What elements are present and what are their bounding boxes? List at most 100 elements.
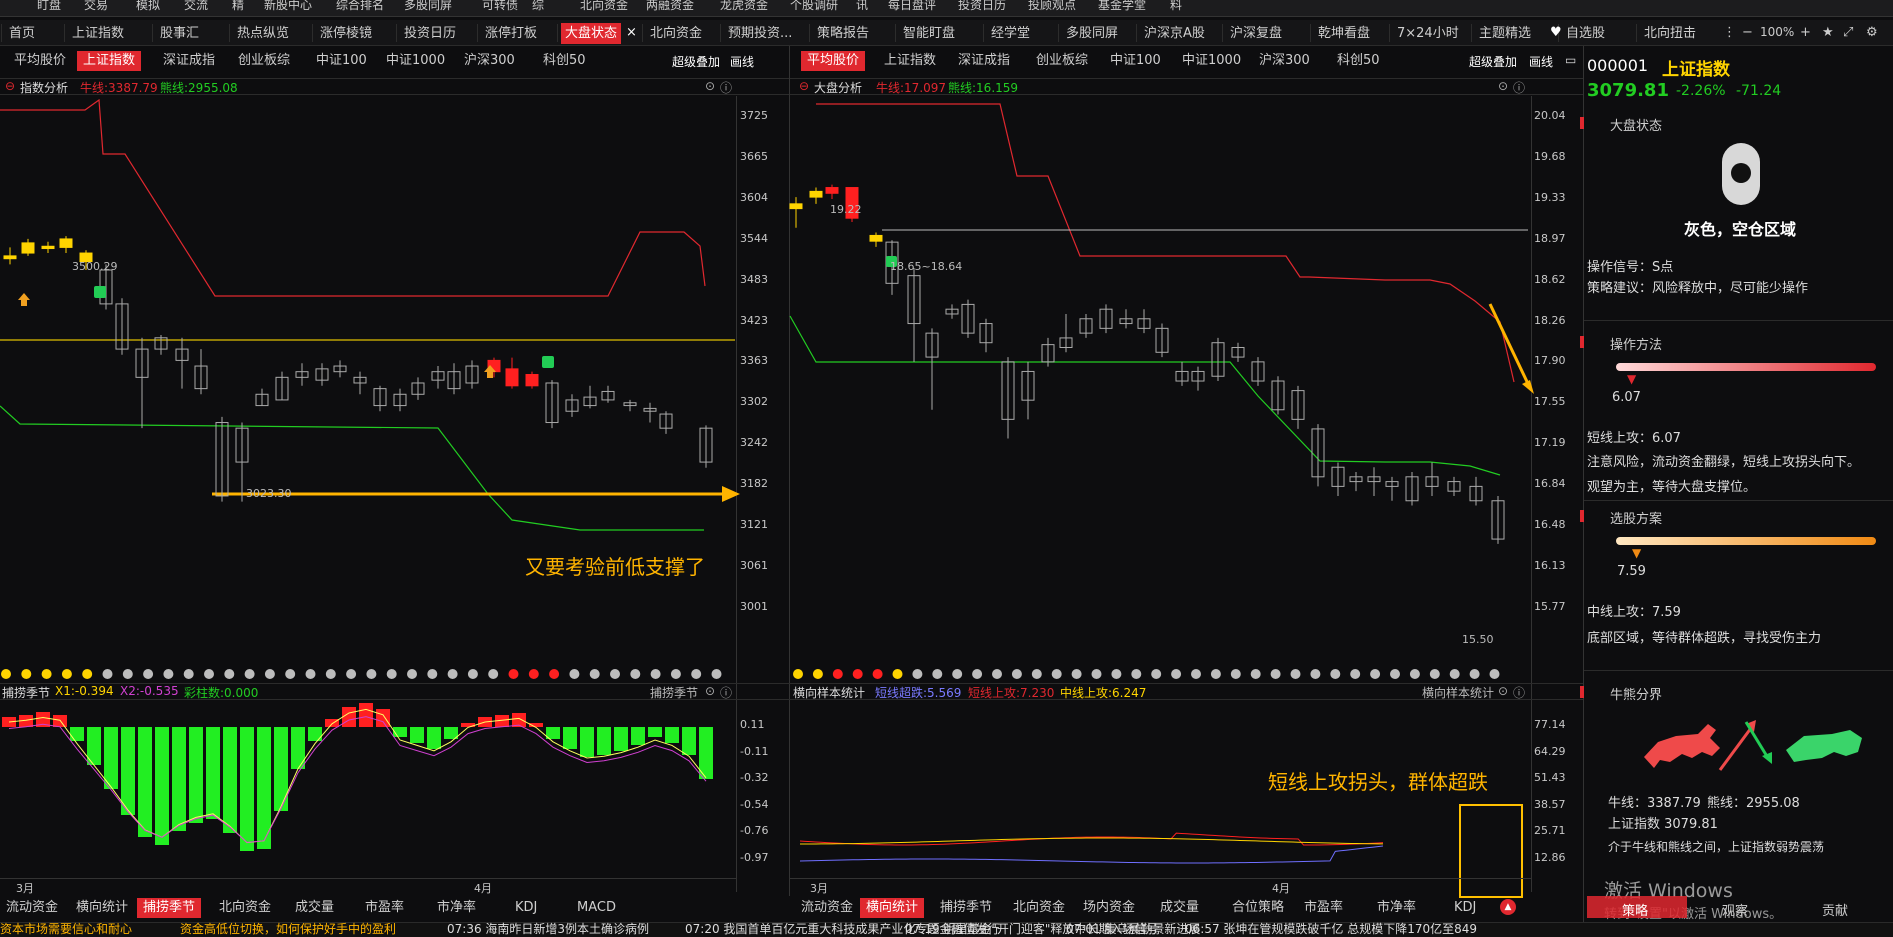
left-bottom-tab-5[interactable]: 市盈率	[359, 898, 410, 918]
tab-3[interactable]: 热点纵览	[233, 23, 293, 44]
mid-subtab-5[interactable]: 中证1000	[1176, 51, 1247, 71]
mid-bottom-tab-5[interactable]: 成交量	[1154, 898, 1205, 918]
top-nav-item[interactable]: 新股中心	[264, 0, 312, 11]
tab-1[interactable]: 上证指数	[68, 23, 128, 44]
mid-bottom-tab-8[interactable]: 市净率	[1371, 898, 1422, 918]
ticker-item[interactable]: 07:36 海南昨日新增3例本土确诊病例	[447, 923, 649, 936]
mid-subtab-2[interactable]: 深证成指	[952, 51, 1016, 71]
mid-maximize-icon[interactable]: ▭	[1565, 53, 1576, 67]
collapse-up-icon[interactable]: ▲	[1500, 899, 1516, 915]
tab-5[interactable]: 投资日历	[400, 23, 460, 44]
top-nav-item[interactable]: 投顾观点	[1028, 0, 1076, 11]
left-indicator-chart[interactable]	[0, 700, 736, 878]
left-draw-button[interactable]: 画线	[730, 53, 754, 70]
mid-draw-button[interactable]: 画线	[1529, 53, 1553, 70]
top-nav-item[interactable]: 精	[232, 0, 244, 11]
left-settings-icon[interactable]: ⊙	[705, 79, 715, 93]
left-subtab-5[interactable]: 中证1000	[380, 51, 451, 71]
mid-bottom-tab-4[interactable]: 场内资金	[1077, 898, 1141, 918]
left-bottom-tab-1[interactable]: 横向统计	[70, 898, 134, 918]
tab-2[interactable]: 股事汇	[156, 23, 203, 44]
left-help-icon[interactable]: ⓘ	[720, 79, 732, 96]
left-subtab-7[interactable]: 科创50	[537, 51, 592, 71]
fullscreen-icon[interactable]: ⤢	[1843, 25, 1853, 40]
left-bottom-tab-0[interactable]: 流动资金	[0, 898, 64, 918]
top-nav-item[interactable]: 盯盘	[37, 0, 61, 11]
mid-settings-icon[interactable]: ⊙	[1498, 79, 1508, 93]
mid-indicator-name[interactable]: 横向样本统计	[1422, 684, 1494, 701]
top-nav-item[interactable]: 每日盘评	[888, 0, 936, 11]
mid-indicator-settings-icon[interactable]: ⊙	[1498, 684, 1508, 698]
left-bottom-tab-8[interactable]: MACD	[571, 898, 622, 918]
left-subtab-0[interactable]: 平均股价	[8, 51, 72, 71]
top-nav-item[interactable]: 交流	[184, 0, 208, 11]
ticker-item[interactable]: 06:57 张坤在管规模跌破千亿 总规模下降170亿至849	[1185, 923, 1477, 936]
top-nav-item[interactable]: 模拟	[136, 0, 160, 11]
left-bottom-tab-7[interactable]: KDJ	[509, 898, 543, 918]
top-nav-item[interactable]: 龙虎资金	[720, 0, 768, 11]
mid-subtab-0[interactable]: 平均股价	[801, 51, 866, 71]
tab-11[interactable]: 智能盯盘	[899, 23, 959, 44]
top-nav-item[interactable]: 多股同屏	[404, 0, 452, 11]
top-nav-item[interactable]: 可转债	[482, 0, 518, 11]
tab-20[interactable]: 北向扭击	[1640, 23, 1700, 44]
tab-14[interactable]: 沪深京A股	[1140, 23, 1209, 44]
left-bottom-tab-6[interactable]: 市净率	[431, 898, 482, 918]
left-indicator-name[interactable]: 捕捞季节	[650, 684, 698, 701]
mid-subtab-7[interactable]: 科创50	[1331, 51, 1386, 71]
mid-indicator-help-icon[interactable]: ⓘ	[1513, 684, 1525, 701]
top-nav-item[interactable]: 投资日历	[958, 0, 1006, 11]
star-icon[interactable]: ★	[1822, 25, 1834, 40]
top-nav-item[interactable]: 料	[1170, 0, 1182, 11]
left-panel-collapse-icon[interactable]: ⊖	[5, 79, 15, 93]
tab-6[interactable]: 涨停打板	[481, 23, 541, 44]
tab-10[interactable]: 策略报告	[813, 23, 873, 44]
top-nav-item[interactable]: 两融资金	[646, 0, 694, 11]
mid-subtab-1[interactable]: 上证指数	[878, 51, 942, 71]
left-subtab-6[interactable]: 沪深300	[458, 51, 521, 71]
tab-4[interactable]: 涨停棱镜	[316, 23, 376, 44]
mid-bottom-tab-3[interactable]: 北向资金	[1007, 898, 1071, 918]
left-subtab-3[interactable]: 创业板综	[232, 51, 296, 71]
tab-13[interactable]: 多股同屏	[1062, 23, 1122, 44]
top-nav-item[interactable]: 北向资金	[580, 0, 628, 11]
observe-tab[interactable]: 观察	[1722, 900, 1748, 919]
more-icon[interactable]: ⋮	[1723, 25, 1736, 40]
zoom-in-icon[interactable]: +	[1800, 25, 1811, 40]
mid-subtab-4[interactable]: 中证100	[1104, 51, 1167, 71]
mid-panel-collapse-icon[interactable]: ⊖	[799, 79, 809, 93]
contribution-tab[interactable]: 贡献	[1822, 900, 1848, 919]
left-indicator-help-icon[interactable]: ⓘ	[720, 684, 732, 701]
left-bottom-tab-2[interactable]: 捕捞季节	[137, 898, 202, 918]
mid-overlay-button[interactable]: 超级叠加	[1469, 53, 1517, 70]
top-nav-item[interactable]: 讯	[856, 0, 868, 11]
tab-15[interactable]: 沪深复盘	[1226, 23, 1286, 44]
left-subtab-4[interactable]: 中证100	[310, 51, 373, 71]
strategy-tab[interactable]: 策略	[1622, 900, 1648, 919]
left-subtab-2[interactable]: 深证成指	[157, 51, 221, 71]
ticker-item[interactable]: 资金高低位切换，如何保护好手中的盈利	[180, 923, 396, 936]
settings-icon[interactable]: ⚙	[1866, 25, 1878, 40]
tab-16[interactable]: 乾坤看盘	[1314, 23, 1374, 44]
close-tab-icon[interactable]: ×	[626, 25, 637, 40]
tab-8[interactable]: 北向资金	[646, 23, 706, 44]
top-nav-item[interactable]: 综	[532, 0, 544, 11]
zoom-out-icon[interactable]: −	[1742, 25, 1753, 40]
mid-subtab-3[interactable]: 创业板综	[1030, 51, 1094, 71]
left-bottom-tab-3[interactable]: 北向资金	[213, 898, 277, 918]
tab-9[interactable]: 预期投资...	[724, 23, 796, 44]
top-nav-item[interactable]: 基金学堂	[1098, 0, 1146, 11]
mid-bottom-tab-7[interactable]: 市盈率	[1298, 898, 1349, 918]
mid-kline-chart[interactable]: 19.22 18.65~18.64 15.50	[789, 96, 1534, 666]
tab-12[interactable]: 经学堂	[987, 23, 1034, 44]
left-bottom-tab-4[interactable]: 成交量	[289, 898, 340, 918]
left-indicator-settings-icon[interactable]: ⊙	[705, 684, 715, 698]
mid-bottom-tab-1[interactable]: 横向统计	[860, 898, 925, 918]
top-nav-item[interactable]: 个股调研	[790, 0, 838, 11]
left-subtab-1[interactable]: 上证指数	[77, 51, 142, 71]
tab-18[interactable]: 主题精选	[1475, 23, 1535, 44]
mid-help-icon[interactable]: ⓘ	[1513, 79, 1525, 96]
ticker-item[interactable]: 资本市场需要信心和耐心	[0, 923, 132, 936]
mid-bottom-tab-0[interactable]: 流动资金	[795, 898, 859, 918]
tab-17[interactable]: 7×24小时	[1393, 23, 1463, 44]
